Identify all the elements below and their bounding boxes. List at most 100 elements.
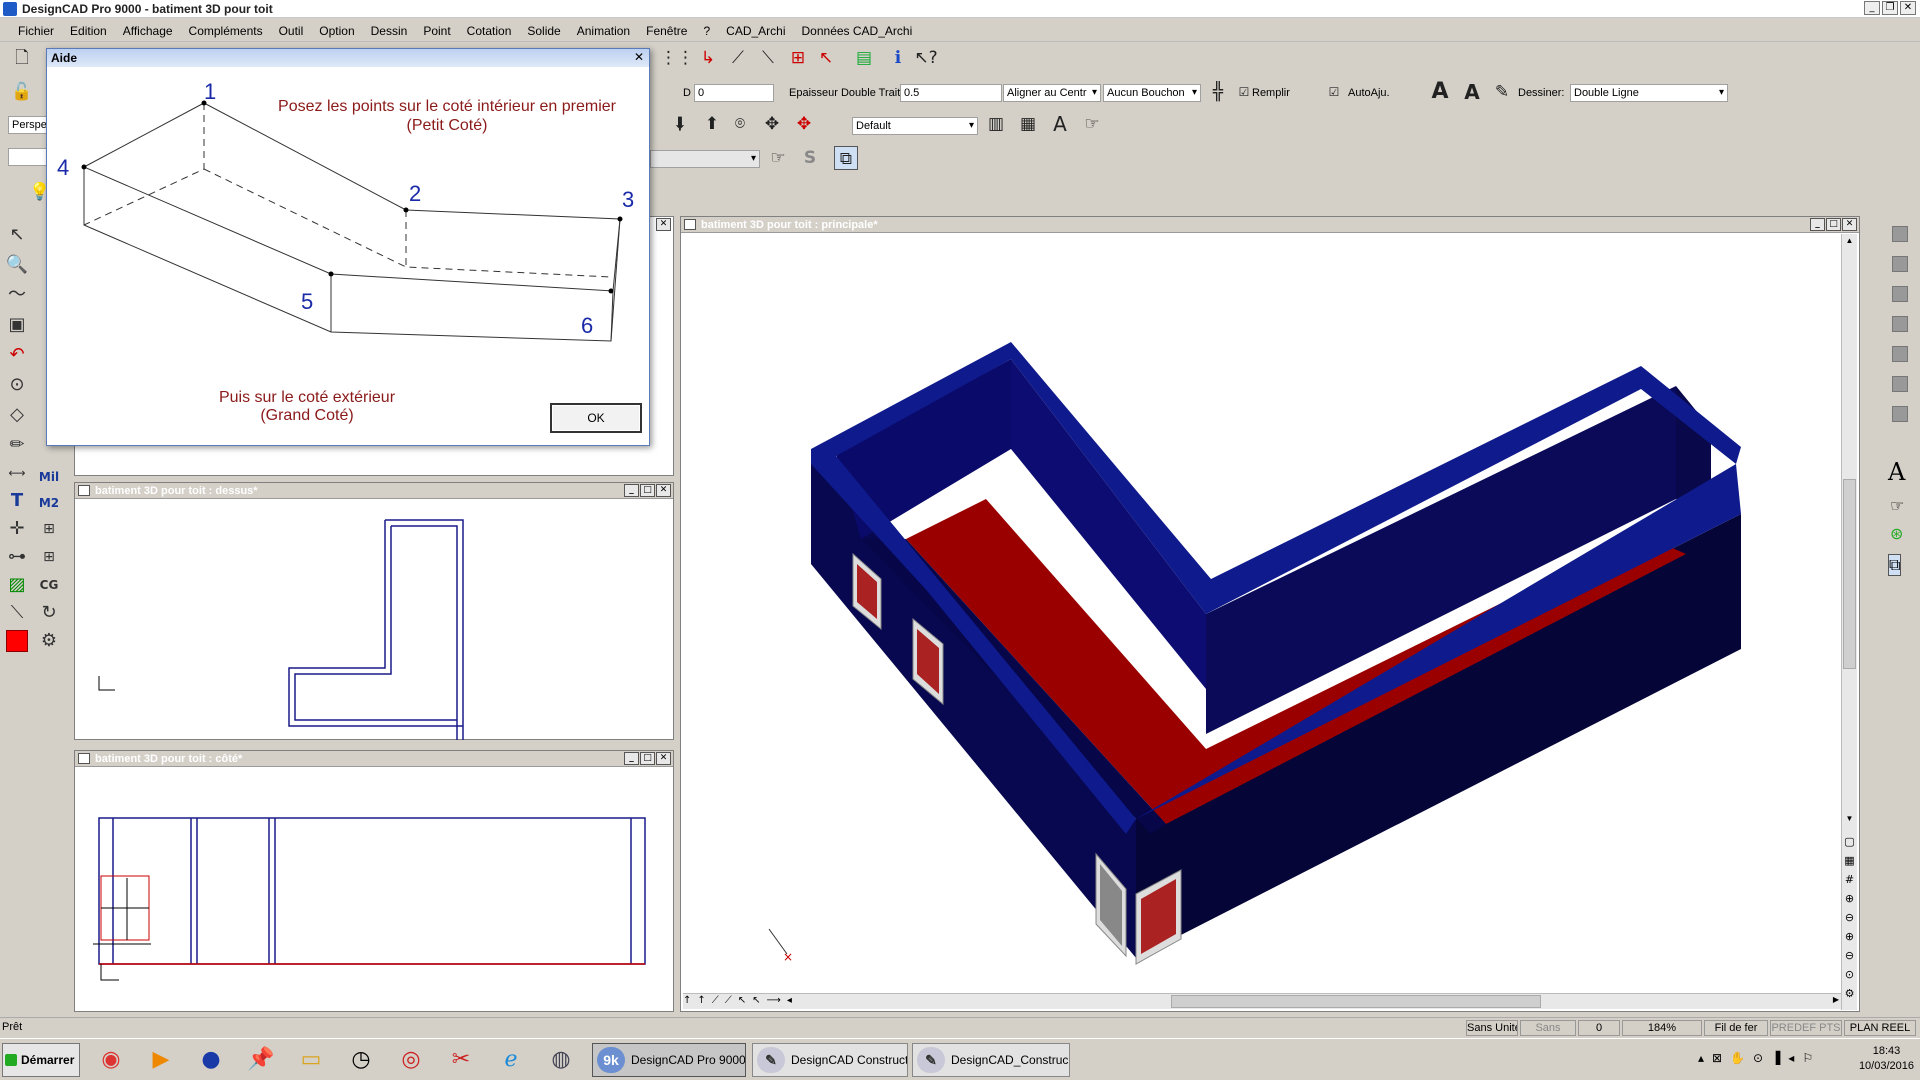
side-view-drawing[interactable] [75,768,673,1012]
menu-outil[interactable]: Outil [271,24,312,38]
scroll-up-icon[interactable]: ▲ [1843,236,1856,248]
ok-button[interactable]: OK [550,403,642,433]
restore-button[interactable]: ❐ [1882,1,1898,15]
panel-side-close[interactable]: ✕ [656,752,671,765]
layer-dropdown[interactable]: Default [852,117,978,135]
view-tools-icons[interactable]: ▢ ▦ # ⊕ ⊖ ⊕ ⊖ ⊙ ⚙ [1843,832,1856,1002]
grid-snap2-icon[interactable]: ⊞ [36,544,62,570]
m2-icon[interactable]: M2 [36,490,62,516]
menu-affichage[interactable]: Affichage [115,24,181,38]
axis-icon[interactable]: ↳ [696,46,720,70]
arc-icon[interactable]: ↶ [4,342,30,368]
panel-main-title[interactable]: batiment 3D pour toit : principale* _ □ ✕ [681,217,1859,233]
dimension-icon[interactable]: ⟷ [4,460,30,486]
vertical-scrollbar[interactable]: ▲ ▼ ▢ ▦ # ⊕ ⊖ ⊕ ⊖ ⊙ ⚙ [1841,234,1857,1010]
d-input[interactable]: 0 [694,84,774,102]
node-icon[interactable]: ⊶ [4,544,30,570]
task-designcad-pro[interactable]: 9kDesignCAD Pro 9000 ... [592,1043,746,1077]
panel-behind-close[interactable]: ✕ [656,218,671,231]
polyline-icon[interactable]: 〜 [4,282,30,308]
gray-dropdown[interactable] [650,150,760,168]
panel-side-min[interactable]: _ [624,752,639,765]
menu-cotation[interactable]: Cotation [459,24,520,38]
status-wireframe[interactable]: Fil de fer [1704,1020,1768,1036]
scroll-right-icon[interactable]: ▶ [1833,995,1839,1004]
menu-edition[interactable]: Edition [62,24,115,38]
close-button[interactable]: ✕ [1900,1,1916,15]
bouchon-dropdown[interactable]: Aucun Bouchon [1103,84,1201,102]
task-designcad-construct-1[interactable]: ✎ DesignCAD Construct... [752,1043,908,1077]
text-size-up-icon[interactable]: A [1428,80,1452,104]
arrow-down-icon[interactable]: ⬇ [668,112,692,136]
menu-solide[interactable]: Solide [519,24,568,38]
pin-icon[interactable]: 📌 [242,1043,280,1077]
right-text-icon[interactable]: A [1888,458,1912,486]
table-icon[interactable]: ▦ [1016,112,1040,136]
globe-icon[interactable]: ◍ [542,1043,580,1077]
cross-icon[interactable]: ✛ [4,516,30,542]
right-hand-icon[interactable]: ☞ [1890,496,1904,515]
panel-top-close[interactable]: ✕ [656,484,671,497]
menu-animation[interactable]: Animation [569,24,638,38]
snap-icon[interactable]: ╬ [1206,80,1230,104]
status-units[interactable]: Sans Unités [1466,1020,1518,1036]
panel-top-min[interactable]: _ [624,484,639,497]
menu-fenetre[interactable]: Fenêtre [638,24,695,38]
right-tool-5[interactable] [1892,346,1908,362]
hand-icon[interactable]: ☞ [1080,112,1104,136]
cg-icon[interactable]: CG [36,572,62,598]
view-dropdown[interactable]: Perspe [8,116,50,134]
menu-dessin[interactable]: Dessin [363,24,416,38]
hatch-icon[interactable]: ▨ [4,572,30,598]
clock-app-icon[interactable]: ◷ [342,1043,380,1077]
cursor-point-icon[interactable]: ↖ [814,46,838,70]
right-tool-1[interactable] [1892,226,1908,242]
hand-pointer-icon[interactable]: ☞ [766,146,790,170]
select-arrow-icon[interactable]: ↖ [4,222,30,248]
clock[interactable]: 18:43 10/03/2016 [1859,1044,1914,1074]
menu-complements[interactable]: Compléments [181,24,271,38]
window-icon[interactable]: ▤ [852,46,876,70]
document-icon[interactable]: 🗋 [10,46,34,70]
panel-side-title[interactable]: batiment 3D pour toit : côté* _ □ ✕ [75,751,673,767]
arrow-up-icon[interactable]: ⬆ [700,112,724,136]
ie-icon[interactable]: ℯ [492,1043,530,1077]
main-3d-drawing[interactable]: × [681,234,1861,998]
right-tool-6[interactable] [1892,376,1908,392]
move-icon[interactable]: ✥ [760,112,784,136]
network-icon[interactable]: ⧉ [834,146,858,170]
menu-donnees-cad-archi[interactable]: Données CAD_Archi [794,24,921,38]
scroll-tool-icons[interactable]: ↑↑⟋⟋↖↖⟶◂ [683,995,798,1006]
tray-icons[interactable]: ▴⊠✋⊙▐◂⚐ [1698,1051,1821,1065]
select-box-icon[interactable]: ⊞ [786,46,810,70]
point-tool-icon[interactable]: ⟍ [756,46,780,70]
status-plan-reel[interactable]: PLAN REEL [1844,1020,1916,1036]
chrome-icon[interactable]: ◉ [92,1043,130,1077]
menu-cad-archi[interactable]: CAD_Archi [718,24,793,38]
right-globe-icon[interactable]: ⊛ [1890,524,1903,543]
measure-icon[interactable]: ⟍ [4,600,30,626]
right-tool-7[interactable] [1892,406,1908,422]
mil-icon[interactable]: Mil [36,464,62,490]
s-icon[interactable]: S [798,146,822,170]
panel-top-max[interactable]: □ [640,484,655,497]
text-icon[interactable]: A [1048,112,1072,136]
menu-fichier[interactable]: Fichier [10,24,62,38]
line-tool-icon[interactable]: ⟋ [726,46,750,70]
minimize-button[interactable]: _ [1864,1,1880,15]
box-icon[interactable]: ▣ [4,312,30,338]
vertical-scroll-thumb[interactable] [1843,479,1856,669]
pen-icon[interactable]: ✎ [1490,80,1514,104]
right-tool-4[interactable] [1892,316,1908,332]
diamond-icon[interactable]: ◇ [4,402,30,428]
right-network-icon[interactable]: ⧉ [1888,554,1902,576]
circle-icon[interactable]: ⊙ [4,372,30,398]
lock-icon[interactable]: 🔓 [10,80,34,104]
dessiner-dropdown[interactable]: Double Ligne [1570,84,1728,102]
text-size-icon[interactable]: A [1460,80,1484,104]
aligner-dropdown[interactable]: Aligner au Centr [1003,84,1101,102]
blank-field[interactable] [8,148,48,166]
panel-main-close[interactable]: ✕ [1842,218,1857,231]
right-tool-2[interactable] [1892,256,1908,272]
epaisseur-input[interactable]: 0.5 [900,84,1002,102]
